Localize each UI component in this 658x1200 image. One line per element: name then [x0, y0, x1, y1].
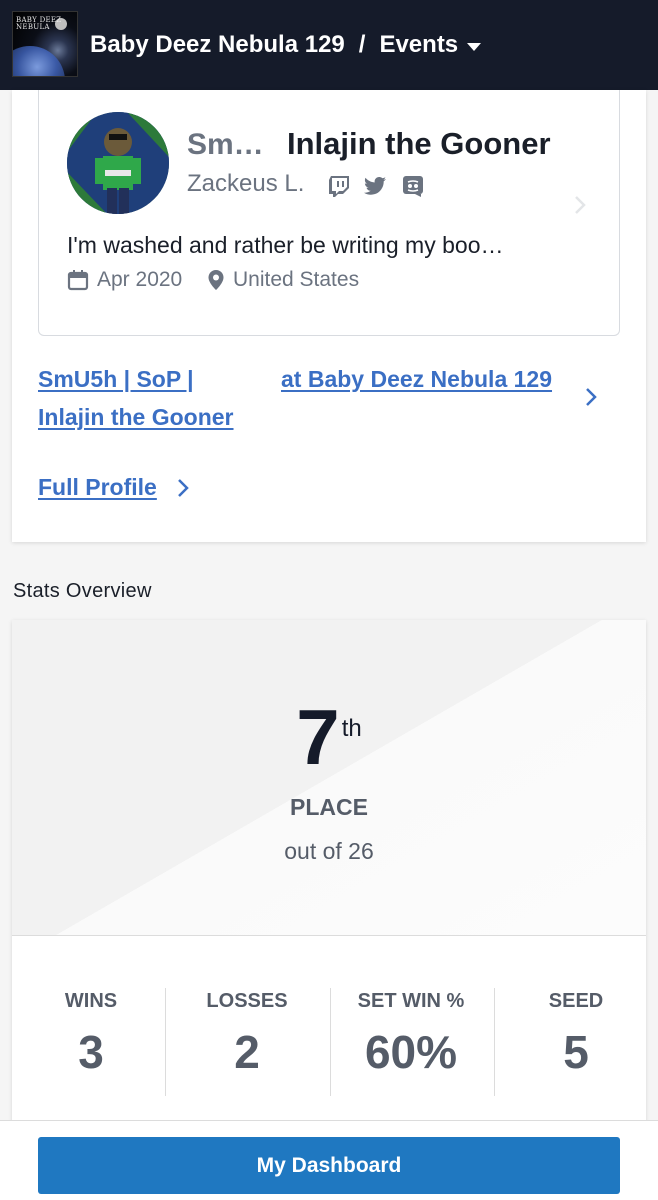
player-profile-card[interactable]: Sm… Inlajin the Gooner Zackeus L. I'm wa… [38, 90, 620, 336]
stat-set-win-pct: SET WIN % 60% [332, 936, 490, 1130]
chevron-right-icon [575, 196, 586, 214]
place-label: PLACE [290, 794, 368, 820]
my-dashboard-button[interactable]: My Dashboard [38, 1137, 620, 1194]
breadcrumb: Baby Deez Nebula 129 / Events [90, 0, 482, 90]
calendar-icon [67, 270, 89, 291]
chevron-right-icon[interactable] [176, 477, 190, 499]
player-bio: I'm washed and rather be writing my boo… [67, 232, 504, 258]
placement-number: 7th [12, 692, 646, 782]
entrant-card: Sm… Inlajin the Gooner Zackeus L. I'm wa… [12, 90, 646, 542]
column-divider [165, 988, 166, 1096]
stat-label: WINS [64, 990, 118, 1012]
stat-label: LOSSES [206, 990, 288, 1012]
events-label: Events [379, 31, 459, 58]
stat-value: 2 [234, 1026, 260, 1078]
twitter-icon[interactable] [363, 174, 387, 198]
discord-icon[interactable] [401, 174, 425, 198]
entrants-total: out of 26 [284, 838, 374, 864]
logo-text: BABY DEEZ NEBULA [16, 16, 62, 31]
stat-value: 3 [78, 1026, 104, 1078]
full-profile-link[interactable]: Full Profile [38, 474, 157, 501]
stat-value: 5 [563, 1026, 589, 1078]
stat-losses: LOSSES 2 [168, 936, 326, 1130]
sponsor-prefix: Sm… [187, 128, 264, 161]
column-divider [330, 988, 331, 1096]
location-text: United States [233, 268, 360, 291]
placement-suffix: th [341, 715, 362, 742]
placement-value: 7 [296, 693, 340, 781]
stats-overview-card: 7th PLACE out of 26 WINS 3 LOSSES 2 SET … [12, 620, 646, 1130]
event-link[interactable]: at Baby Deez Nebula 129 [281, 366, 552, 393]
chevron-right-icon[interactable] [584, 386, 598, 408]
bottom-action-bar: My Dashboard [0, 1120, 658, 1200]
entrant-name-link-line2[interactable]: Inlajin the Gooner [38, 404, 234, 431]
column-divider [494, 988, 495, 1096]
stats-overview-heading: Stats Overview [13, 580, 152, 602]
breadcrumb-separator: / [358, 31, 366, 58]
placement-panel: 7th PLACE out of 26 [12, 620, 646, 936]
tournament-logo[interactable]: BABY DEEZ NEBULA [12, 11, 78, 77]
top-header: BABY DEEZ NEBULA Baby Deez Nebula 129 / E… [0, 0, 658, 90]
stat-label: SEED [548, 990, 604, 1012]
real-name: Zackeus L. [187, 170, 305, 197]
stat-value: 60% [364, 1026, 458, 1078]
twitch-icon[interactable] [327, 174, 351, 198]
logo-planet [13, 46, 65, 76]
events-dropdown[interactable]: Events [379, 31, 482, 59]
stat-wins: WINS 3 [12, 936, 170, 1130]
stat-seed: SEED 5 [497, 936, 646, 1130]
tournament-name-link[interactable]: Baby Deez Nebula 129 [90, 31, 345, 59]
joined-date: Apr 2020 [67, 268, 182, 292]
stat-label: SET WIN % [357, 990, 465, 1012]
map-pin-icon [208, 270, 224, 290]
gamer-tag: Inlajin the Gooner [287, 126, 551, 161]
player-avatar [67, 112, 169, 214]
joined-date-text: Apr 2020 [97, 268, 183, 291]
entrant-name-link-line1[interactable]: SmU5h | SoP | [38, 366, 194, 393]
location: United States [205, 268, 359, 292]
chevron-down-icon [467, 42, 482, 51]
